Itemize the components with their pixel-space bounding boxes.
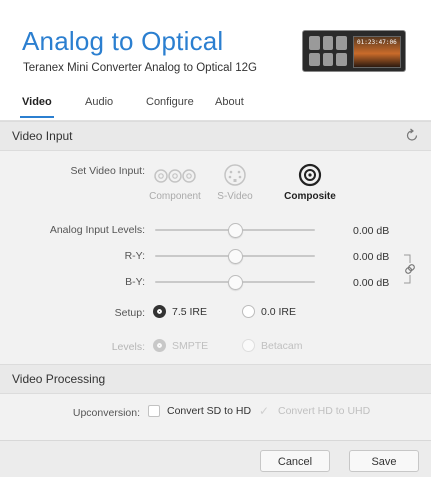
tab-video[interactable]: Video bbox=[20, 96, 54, 118]
setup-0-0-ire-radio[interactable]: 0.0 IRE bbox=[242, 305, 296, 318]
radio-dot bbox=[242, 339, 255, 352]
slider-thumb[interactable] bbox=[228, 223, 243, 238]
cancel-button[interactable]: Cancel bbox=[260, 450, 330, 472]
checkmark-icon: ✓ bbox=[259, 404, 270, 418]
by-level-slider[interactable] bbox=[155, 275, 315, 290]
slider-thumb[interactable] bbox=[228, 249, 243, 264]
ry-level-slider[interactable] bbox=[155, 249, 315, 264]
radio-label: 7.5 IRE bbox=[172, 305, 208, 318]
composite-connector-icon bbox=[298, 163, 322, 187]
by-level-value: 0.00 dB bbox=[353, 277, 390, 289]
device-screen: 01:23:47:06 bbox=[353, 36, 401, 68]
checkbox-label: Convert SD to HD bbox=[167, 405, 252, 417]
save-button[interactable]: Save bbox=[349, 450, 419, 472]
setup-7-5-ire-radio[interactable]: 7.5 IRE bbox=[153, 305, 207, 318]
tab-audio[interactable]: Audio bbox=[85, 96, 113, 108]
svideo-connector-icon bbox=[224, 164, 246, 186]
by-label: B-Y: bbox=[125, 276, 145, 288]
radio-dot bbox=[242, 305, 255, 318]
app-title: Analog to Optical bbox=[22, 26, 224, 56]
input-option-label: S-Video bbox=[217, 191, 253, 202]
setup-label: Setup: bbox=[114, 307, 145, 319]
app-subtitle: Teranex Mini Converter Analog to Optical… bbox=[23, 62, 257, 74]
radio-label: Betacam bbox=[261, 339, 303, 352]
reset-icon[interactable] bbox=[405, 128, 419, 142]
header: Analog to Optical Teranex Mini Converter… bbox=[0, 0, 431, 122]
convert-sd-to-hd-checkbox[interactable]: Convert SD to HD bbox=[148, 405, 251, 417]
radio-label: SMPTE bbox=[172, 339, 209, 352]
device-buttons bbox=[309, 36, 347, 66]
checkbox-label: Convert HD to UHD bbox=[278, 405, 371, 417]
radio-dot bbox=[153, 339, 166, 352]
tab-about[interactable]: About bbox=[215, 96, 244, 108]
levels-label: Levels: bbox=[111, 341, 145, 353]
device-timecode: 01:23:47:06 bbox=[357, 39, 397, 46]
settings-panel: Video Input Set Video Input: Component S… bbox=[0, 120, 431, 477]
checkbox-box bbox=[148, 405, 160, 417]
convert-hd-to-uhd-checkbox[interactable]: ✓ Convert HD to UHD bbox=[259, 405, 370, 417]
ry-level-value: 0.00 dB bbox=[353, 251, 390, 263]
set-video-input-label: Set Video Input: bbox=[70, 165, 145, 177]
analog-input-level-value: 0.00 dB bbox=[353, 225, 390, 237]
levels-smpte-radio[interactable]: SMPTE bbox=[153, 339, 208, 352]
slider-thumb[interactable] bbox=[228, 275, 243, 290]
upconversion-label: Upconversion: bbox=[72, 407, 140, 419]
ry-label: R-Y: bbox=[124, 250, 145, 262]
component-connector-icon bbox=[154, 169, 196, 183]
levels-betacam-radio[interactable]: Betacam bbox=[242, 339, 302, 352]
video-input-header: Video Input bbox=[0, 121, 431, 151]
tab-configure[interactable]: Configure bbox=[146, 96, 194, 108]
device-image: 01:23:47:06 bbox=[302, 30, 406, 72]
video-processing-title: Video Processing bbox=[12, 372, 106, 386]
radio-label: 0.0 IRE bbox=[261, 305, 297, 318]
input-option-label: Composite bbox=[284, 191, 336, 202]
video-input-title: Video Input bbox=[12, 129, 73, 143]
link-icon[interactable] bbox=[402, 249, 420, 289]
analog-input-levels-label: Analog Input Levels: bbox=[49, 224, 145, 236]
video-processing-header: Video Processing bbox=[0, 364, 431, 394]
footer: Cancel Save bbox=[0, 440, 431, 477]
analog-input-level-slider[interactable] bbox=[155, 223, 315, 238]
radio-dot bbox=[153, 305, 166, 318]
